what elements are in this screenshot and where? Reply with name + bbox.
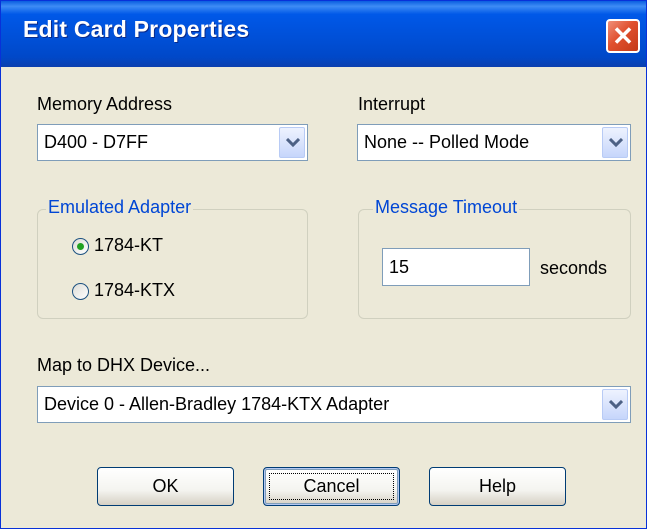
radio-1784-kt[interactable]: 1784-KT xyxy=(72,235,212,257)
map-device-label: Map to DHX Device... xyxy=(37,355,211,375)
radio-1784-kt-label: 1784-KT xyxy=(94,235,164,255)
chevron-down-icon xyxy=(286,138,300,148)
radio-1784-ktx[interactable]: 1784-KTX xyxy=(72,280,212,302)
radio-1784-ktx-label: 1784-KTX xyxy=(94,280,176,300)
cancel-button[interactable]: Cancel xyxy=(263,467,400,506)
cancel-button-label: Cancel xyxy=(303,476,360,496)
dialog-title: Edit Card Properties xyxy=(23,16,250,42)
emulated-adapter-group: Emulated Adapter 1784-KT 1784-KTX xyxy=(37,197,308,319)
title-bar[interactable]: Edit Card Properties ✕ xyxy=(1,1,646,67)
interrupt-dropdown[interactable]: None -- Polled Mode xyxy=(357,124,631,161)
ok-button-label: OK xyxy=(152,476,179,496)
radio-unselected-icon xyxy=(72,283,89,300)
memory-address-dropdown[interactable]: D400 - D7FF xyxy=(37,124,308,161)
close-icon: ✕ xyxy=(612,21,634,51)
interrupt-dropdown-button[interactable] xyxy=(602,127,628,158)
help-button[interactable]: Help xyxy=(429,467,566,506)
message-timeout-legend: Message Timeout xyxy=(373,197,520,218)
memory-address-dropdown-button[interactable] xyxy=(279,127,305,158)
interrupt-label: Interrupt xyxy=(358,94,426,114)
timeout-input[interactable] xyxy=(383,249,529,285)
emulated-adapter-legend: Emulated Adapter xyxy=(46,197,194,218)
map-device-dropdown-button[interactable] xyxy=(602,389,628,420)
chevron-down-icon xyxy=(609,400,623,410)
map-device-dropdown[interactable]: Device 0 - Allen-Bradley 1784-KTX Adapte… xyxy=(37,386,631,423)
interrupt-value: None -- Polled Mode xyxy=(364,132,530,152)
chevron-down-icon xyxy=(609,138,623,148)
message-timeout-group: Message Timeout seconds xyxy=(358,197,631,319)
help-button-label: Help xyxy=(478,476,517,496)
seconds-label: seconds xyxy=(540,258,608,278)
ok-button[interactable]: OK xyxy=(97,467,234,506)
timeout-textbox[interactable] xyxy=(382,248,530,286)
radio-selected-icon xyxy=(72,238,89,255)
close-button[interactable]: ✕ xyxy=(606,19,640,53)
edit-card-properties-dialog: Edit Card Properties ✕ Memory Address D4… xyxy=(0,0,647,529)
map-device-value: Device 0 - Allen-Bradley 1784-KTX Adapte… xyxy=(44,394,390,414)
memory-address-label: Memory Address xyxy=(37,94,173,114)
memory-address-value: D400 - D7FF xyxy=(44,132,149,152)
